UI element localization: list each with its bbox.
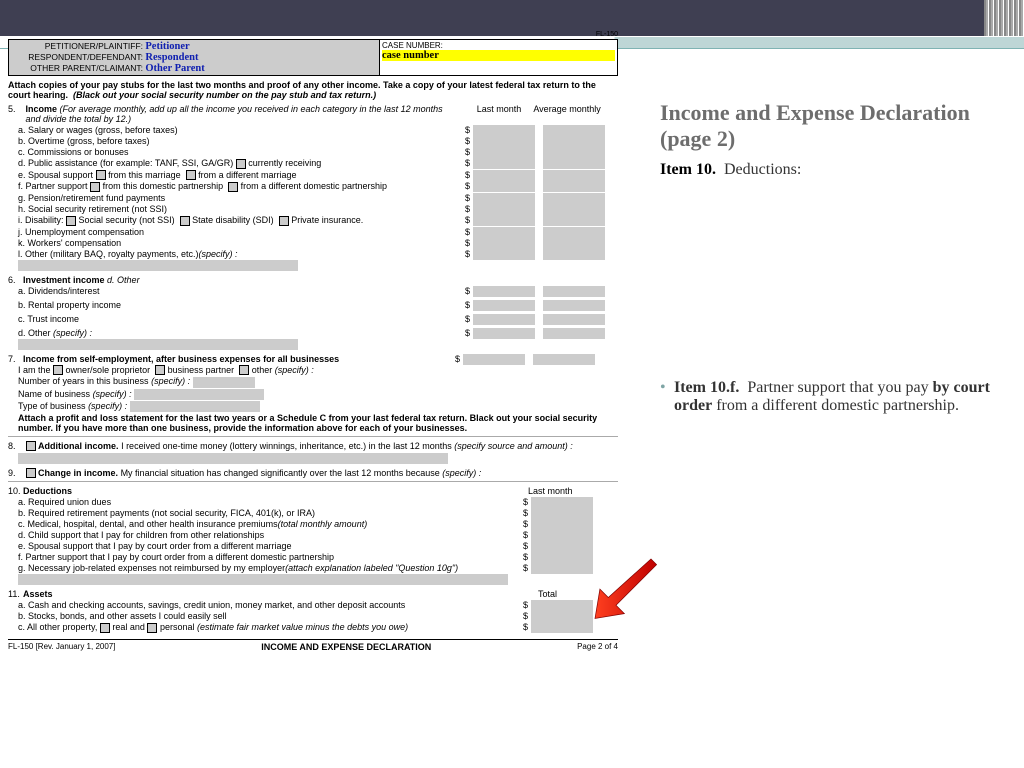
form-id: FL-150 [8,31,618,38]
case-number: case number [382,50,615,61]
case-box: PETITIONER/PLAINTIFF: Petitioner RESPOND… [8,39,618,76]
form-footer: FL-150 [Rev. January 1, 2007]INCOME AND … [8,639,618,652]
section-11: 11.AssetsTotal a. Cash and checking acco… [8,589,618,633]
section-7: 7.Income from self-employment, after bus… [8,354,618,433]
section-5: 5. Income (For average monthly, add up a… [8,104,618,271]
instructions: Attach copies of your pay stubs for the … [8,80,618,100]
section-8: 8. Additional income. I received one-tim… [8,441,618,464]
section-10: 10.DeductionsLast month a. Required unio… [8,486,618,585]
slide-subtitle: Item 10. Deductions: [660,161,1000,179]
annotation-panel: Income and Expense Declaration (page 2) … [660,100,1000,415]
deco-stripes [984,0,1024,36]
slide-title: Income and Expense Declaration (page 2) [660,100,1000,153]
section-9: 9. Change in income. My financial situat… [8,468,618,479]
form-document: FL-150 PETITIONER/PLAINTIFF: Petitioner … [8,34,618,652]
slide-bullet: Item 10.f. Partner support that you pay … [660,379,1000,415]
section-6: 6.Investment income d. Other a. Dividend… [8,275,618,350]
